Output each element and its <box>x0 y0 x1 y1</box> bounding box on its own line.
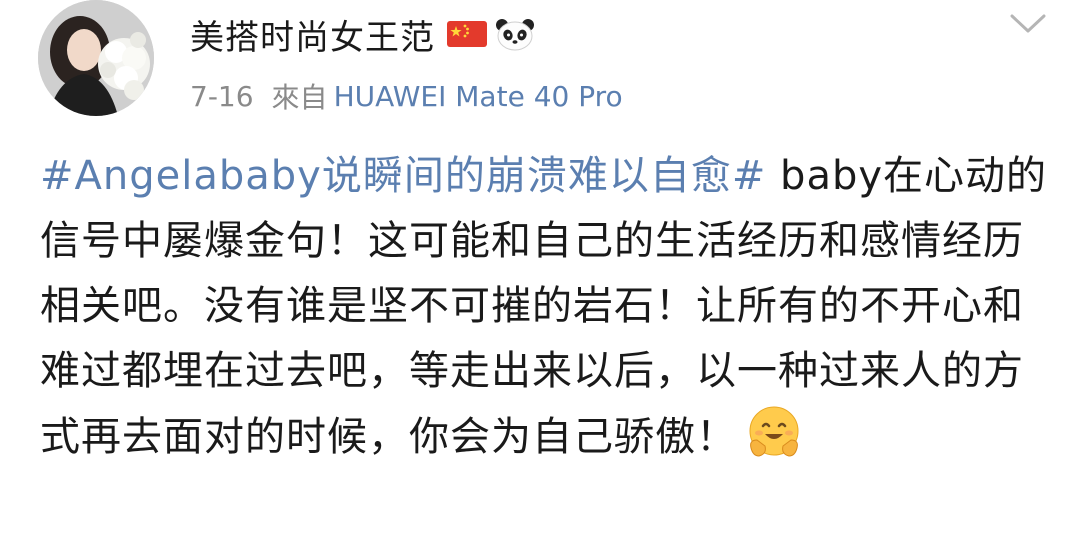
panda-icon <box>495 17 535 51</box>
hashtag-link[interactable]: #Angelababy说瞬间的崩溃难以自愈# <box>40 153 766 199</box>
chevron-down-icon[interactable] <box>1008 12 1048 36</box>
post-content: #Angelababy说瞬间的崩溃难以自愈# baby在心动的信号中屡爆金句！这… <box>40 144 1050 482</box>
china-flag-icon <box>447 19 487 49</box>
username-row: 美搭时尚女王范 <box>190 6 535 62</box>
post-date: 7-16 <box>190 79 254 113</box>
avatar[interactable] <box>38 0 154 116</box>
post-body-text: baby在心动的信号中屡爆金句！这可能和自己的生活经历和感情经历相关吧。没有谁是… <box>40 153 1048 460</box>
username[interactable]: 美搭时尚女王范 <box>190 10 435 59</box>
weibo-post: 美搭时尚女王范 7-16 來自 HUAWEI Mate 40 Pro #Ange… <box>0 0 1080 538</box>
post-meta: 7-16 來自 HUAWEI Mate 40 Pro <box>190 74 623 118</box>
source-prefix: 來自 <box>271 81 328 114</box>
source-device[interactable]: HUAWEI Mate 40 Pro <box>334 80 623 113</box>
hugging-face-icon <box>745 404 803 482</box>
